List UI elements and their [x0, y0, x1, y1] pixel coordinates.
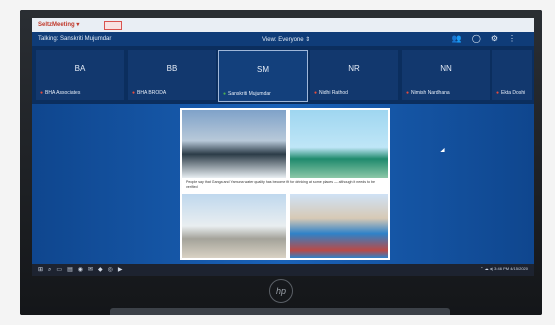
slide-caption: People say that Ganga and Yamuna water q…	[186, 180, 376, 189]
more-icon[interactable]: ⋮	[508, 34, 526, 43]
mic-muted-icon: ●	[314, 90, 318, 96]
participant-tile-active[interactable]: SM ● Sanskriti Mujumdar	[218, 50, 308, 102]
laptop-keyboard	[110, 308, 450, 315]
title-bar: SeltzMeeting ▾	[32, 18, 534, 32]
meeting-screen: SeltzMeeting ▾ Talking: Sanskriti Mujumd…	[32, 18, 534, 276]
participant-tile[interactable]: ● Ekta Doshi	[492, 50, 532, 100]
participant-initials: BA	[74, 64, 86, 73]
participant-initials: BB	[166, 64, 178, 73]
participant-name: Nidhi Rathod	[319, 90, 348, 96]
taskview-icon[interactable]: ▭	[56, 267, 67, 273]
mic-muted-icon: ●	[40, 90, 44, 96]
clock-date[interactable]: 4/15/2020	[510, 266, 528, 271]
meeting-info-bar: Talking: Sanskriti Mujumdar View: Everyo…	[32, 32, 534, 46]
participant-name: Ekta Doshi	[501, 90, 526, 96]
chat-icon[interactable]: ◯	[472, 34, 491, 43]
participant-initials: SM	[257, 65, 269, 74]
clock-time[interactable]: 3:46 PM	[494, 266, 509, 271]
participant-tile[interactable]: NN ● Nimish Nardhana	[402, 50, 490, 100]
participant-initials: NR	[348, 64, 360, 73]
taskbar-icons: ⊞⌕▭▤◉✉◆◎▶	[38, 266, 128, 274]
participants-icon[interactable]: 👥	[452, 34, 472, 43]
shared-screen: People say that Ganga and Yamuna water q…	[32, 104, 534, 264]
mic-on-icon: ●	[223, 91, 227, 97]
participant-tile[interactable]: BA ● BHA Associates	[36, 50, 124, 100]
hp-logo: hp	[269, 279, 293, 303]
system-tray: ⌃ ☁ ◂) 3:46 PM 4/15/2020	[480, 266, 528, 271]
tray-icons: ⌃ ☁ ◂)	[480, 266, 495, 271]
settings-icon[interactable]: ⚙	[491, 34, 508, 43]
mic-muted-icon: ●	[406, 90, 410, 96]
app-title[interactable]: SeltzMeeting ▾	[38, 21, 79, 28]
river-photo-2	[290, 110, 388, 178]
chrome-icon[interactable]: ◎	[108, 267, 118, 273]
folder-icon[interactable]: ▤	[67, 267, 78, 273]
view-selector[interactable]: View: Everyone ⇕	[262, 36, 310, 43]
river-photo-1	[182, 110, 286, 178]
river-photo-4	[290, 194, 388, 258]
start-icon[interactable]: ⊞	[38, 267, 48, 273]
media-icon[interactable]: ▶	[118, 267, 128, 273]
mic-muted-icon: ●	[132, 90, 136, 96]
mail-icon[interactable]: ✉	[88, 267, 98, 273]
windows-taskbar: ⊞⌕▭▤◉✉◆◎▶ ⌃ ☁ ◂) 3:46 PM 4/15/2020	[32, 264, 534, 276]
participant-name: BHA BRODA	[137, 90, 167, 96]
browser-icon[interactable]: ◉	[78, 267, 88, 273]
recording-icon	[104, 21, 122, 30]
photo-frame: SeltzMeeting ▾ Talking: Sanskriti Mujumd…	[20, 10, 542, 315]
mouse-cursor-icon	[440, 147, 447, 155]
participant-name: BHA Associates	[45, 90, 81, 96]
participant-initials: NN	[440, 64, 452, 73]
mic-muted-icon: ●	[496, 90, 500, 96]
participant-tile[interactable]: BB ● BHA BRODA	[128, 50, 216, 100]
participant-tile[interactable]: NR ● Nidhi Rathod	[310, 50, 398, 100]
participant-name: Sanskriti Mujumdar	[228, 91, 271, 97]
river-photo-3	[182, 194, 286, 258]
presentation-slide: People say that Ganga and Yamuna water q…	[180, 108, 390, 260]
app-icon[interactable]: ◆	[98, 267, 108, 273]
participant-name: Nimish Nardhana	[411, 90, 450, 96]
meeting-controls: 👥◯⚙⋮	[452, 34, 526, 43]
talking-indicator: Talking: Sanskriti Mujumdar	[38, 36, 112, 42]
participant-strip: BA ● BHA Associates BB ● BHA BRODA SM ● San…	[32, 46, 534, 104]
